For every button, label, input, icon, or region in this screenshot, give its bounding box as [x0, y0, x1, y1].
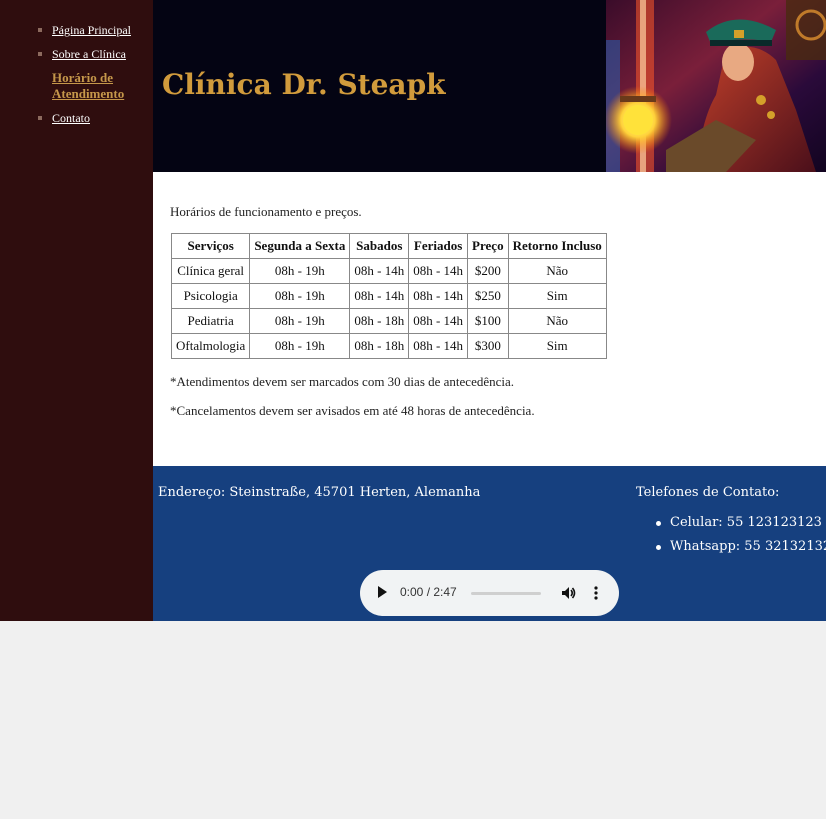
table-row: Psicologia 08h - 19h 08h - 14h 08h - 14h… [170, 283, 607, 309]
play-icon[interactable] [378, 586, 387, 598]
table-cell: 08h - 19h [249, 258, 351, 284]
sidebar-nav: Página Principal Sobre a Clínica Horário… [36, 22, 153, 134]
table-cell: 08h - 14h [349, 283, 410, 309]
schedule-table: Serviços Segunda a Sexta Sabados Feriado… [170, 233, 607, 359]
phone-text: Celular: 55 123123123 [670, 515, 822, 530]
table-row: Clínica geral 08h - 19h 08h - 14h 08h - … [170, 258, 607, 284]
more-vertical-icon[interactable] [591, 585, 601, 601]
table-cell: $200 [467, 258, 509, 284]
sidebar-item-contato: Contato [36, 110, 153, 126]
footer: Endereço: Steinstraße, 45701 Herten, Ale… [153, 466, 826, 621]
bullet-icon [38, 52, 42, 56]
sidebar-item-sobre: Sobre a Clínica [36, 46, 153, 62]
table-cell: 08h - 19h [249, 283, 351, 309]
table-cell: 08h - 18h [349, 308, 410, 334]
table-header: Serviços [170, 233, 251, 259]
table-header: Sabados [349, 233, 410, 259]
table-cell: 08h - 14h [408, 258, 469, 284]
table-row: Oftalmologia 08h - 19h 08h - 18h 08h - 1… [170, 333, 607, 359]
site-title: Clínica Dr. Steapk [162, 68, 446, 101]
table-header: Preço [467, 233, 509, 259]
table-cell: Não [507, 258, 607, 284]
table-header: Feriados [408, 233, 469, 259]
sidebar-item-pagina-principal: Página Principal [36, 22, 153, 38]
bullet-icon [38, 116, 42, 120]
audio-time: 0:00 / 2:47 [400, 585, 457, 599]
table-header-row: Serviços Segunda a Sexta Sabados Feriado… [170, 233, 607, 259]
bullet-icon [38, 28, 42, 32]
bullet-icon [656, 545, 661, 550]
main-content: Horários de funcionamento e preços. Serv… [153, 172, 826, 466]
table-cell: Sim [507, 333, 607, 359]
table-cell: 08h - 19h [249, 308, 351, 334]
table-cell: Oftalmologia [170, 333, 251, 359]
bullet-icon [656, 521, 661, 526]
table-cell: $250 [467, 283, 509, 309]
table-cell: $300 [467, 333, 509, 359]
table-header: Retorno Incluso [507, 233, 607, 259]
table-cell: Não [507, 308, 607, 334]
table-cell: 08h - 14h [408, 333, 469, 359]
intro-text: Horários de funcionamento e preços. [170, 204, 362, 219]
table-cell: Clínica geral [170, 258, 251, 284]
sidebar-item-horario: Horário de Atendimento [36, 70, 153, 102]
table-row: Pediatria 08h - 19h 08h - 18h 08h - 14h … [170, 308, 607, 334]
steampunk-illustration [606, 0, 826, 172]
table-cell: 08h - 14h [408, 308, 469, 334]
sidebar: Página Principal Sobre a Clínica Horário… [0, 0, 153, 621]
nav-link-sobre[interactable]: Sobre a Clínica [52, 47, 126, 61]
address-text: Endereço: Steinstraße, 45701 Herten, Ale… [158, 485, 481, 500]
phone-item-whatsapp: Whatsapp: 55 321321321 [653, 539, 826, 554]
table-cell: $100 [467, 308, 509, 334]
header: Clínica Dr. Steapk [153, 0, 826, 172]
nav-link-contato[interactable]: Contato [52, 111, 90, 125]
table-cell: Psicologia [170, 283, 251, 309]
phone-item-celular: Celular: 55 123123123 [653, 515, 826, 530]
note-cancellation: *Cancelamentos devem ser avisados em até… [170, 403, 535, 418]
table-cell: Pediatria [170, 308, 251, 334]
phone-text: Whatsapp: 55 321321321 [670, 539, 826, 554]
table-header: Segunda a Sexta [249, 233, 351, 259]
page: Página Principal Sobre a Clínica Horário… [0, 0, 826, 621]
phones-title: Telefones de Contato: [636, 485, 780, 500]
note-booking: *Atendimentos devem ser marcados com 30 … [170, 374, 515, 389]
audio-progress-bar[interactable] [471, 592, 541, 595]
nav-link-pagina-principal[interactable]: Página Principal [52, 23, 131, 37]
table-cell: Sim [507, 283, 607, 309]
table-cell: 08h - 14h [349, 258, 410, 284]
volume-icon[interactable] [560, 585, 576, 601]
table-cell: 08h - 18h [349, 333, 410, 359]
nav-link-horario[interactable]: Horário de Atendimento [52, 70, 124, 101]
table-cell: 08h - 14h [408, 283, 469, 309]
phones-list: Celular: 55 123123123 Whatsapp: 55 32132… [653, 515, 826, 563]
table-cell: 08h - 19h [249, 333, 351, 359]
audio-player: 0:00 / 2:47 [360, 570, 619, 616]
